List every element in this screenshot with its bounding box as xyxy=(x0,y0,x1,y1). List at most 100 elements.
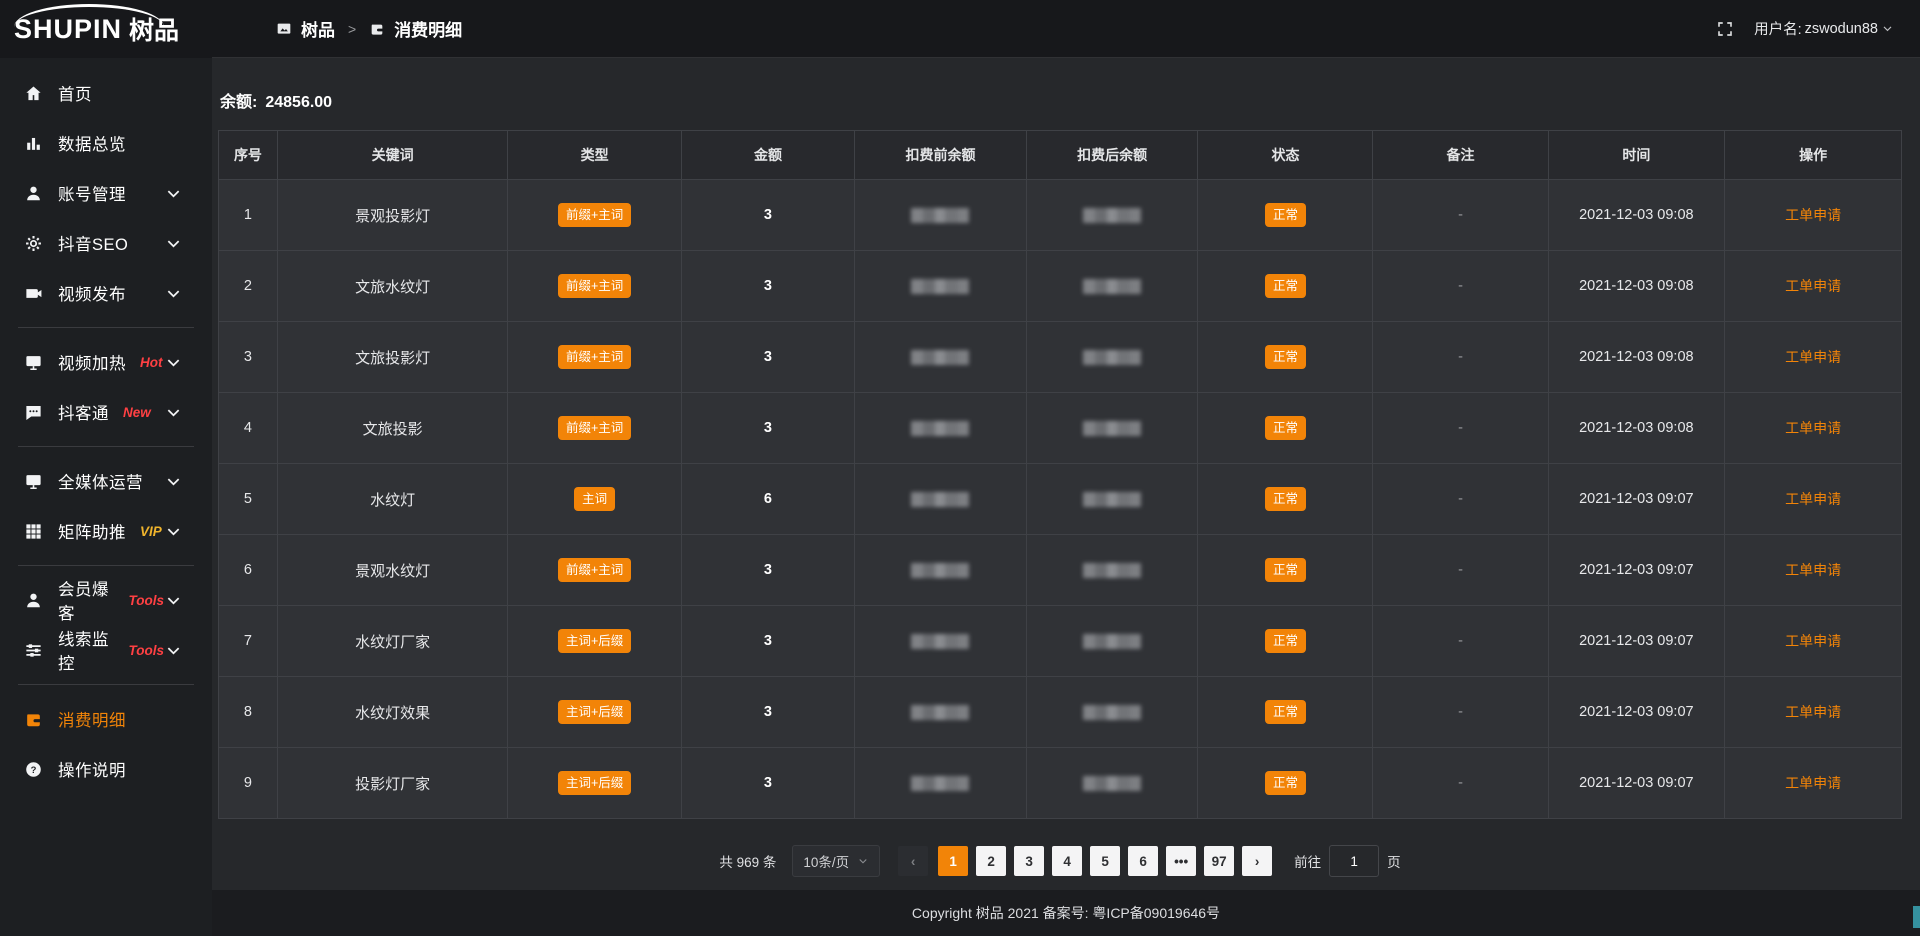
work-order-link[interactable]: 工单申请 xyxy=(1785,278,1841,294)
work-order-link[interactable]: 工单申请 xyxy=(1785,491,1841,507)
content: 余额:24856.00 序号关键词类型金额扣费前余额扣费后余额状态备注时间操作 … xyxy=(212,58,1920,890)
post-balance-cell xyxy=(1026,535,1198,606)
remark-cell: - xyxy=(1373,322,1548,393)
amount-cell: 3 xyxy=(681,393,854,464)
remark-cell: - xyxy=(1373,180,1548,251)
work-order-link[interactable]: 工单申请 xyxy=(1785,633,1841,649)
type-cell: 前缀+主词 xyxy=(508,251,681,322)
pre-balance-cell xyxy=(855,464,1027,535)
remark-cell: - xyxy=(1373,393,1548,464)
keyword-cell: 文旅投影 xyxy=(277,393,508,464)
page-button-6[interactable]: 6 xyxy=(1128,846,1158,876)
page-button-2[interactable]: 2 xyxy=(976,846,1006,876)
sidebar-item-线索监控[interactable]: 线索监控Tools xyxy=(0,625,212,675)
pre-balance-cell xyxy=(855,322,1027,393)
column-header-金额: 金额 xyxy=(681,131,854,180)
sidebar-item-全媒体运营[interactable]: 全媒体运营 xyxy=(0,456,212,506)
user-dropdown[interactable]: 用户名: zswodun88 xyxy=(1754,18,1894,39)
sidebar-item-操作说明[interactable]: ?操作说明 xyxy=(0,744,212,794)
status-cell: 正常 xyxy=(1198,180,1373,251)
keyword-cell: 文旅水纹灯 xyxy=(277,251,508,322)
breadcrumb-app[interactable]: 树品 xyxy=(301,16,335,41)
sidebar-item-label: 矩阵助推 xyxy=(58,519,126,543)
sidebar-badge-Hot: Hot xyxy=(140,355,163,370)
fullscreen-icon[interactable] xyxy=(1716,20,1734,38)
sidebar-badge-Tools: Tools xyxy=(129,593,165,608)
table-row: 6景观水纹灯前缀+主词3正常-2021-12-03 09:07工单申请 xyxy=(219,535,1902,606)
chat-icon xyxy=(24,403,43,422)
chevron-down-icon xyxy=(1881,22,1894,35)
sidebar-item-视频加热[interactable]: 视频加热 Hot xyxy=(0,337,212,387)
wallet-icon xyxy=(369,21,385,37)
column-header-备注: 备注 xyxy=(1373,131,1548,180)
remark-cell: - xyxy=(1373,748,1548,819)
chevron-down-icon xyxy=(164,472,183,491)
post-balance-cell xyxy=(1026,180,1198,251)
status-cell: 正常 xyxy=(1198,251,1373,322)
sidebar-item-数据总览[interactable]: 数据总览 xyxy=(0,118,212,168)
page-button-97[interactable]: 97 xyxy=(1204,846,1234,876)
sidebar-item-首页[interactable]: 首页 xyxy=(0,68,212,118)
type-badge: 前缀+主词 xyxy=(558,274,631,299)
work-order-link[interactable]: 工单申请 xyxy=(1785,775,1841,791)
sidebar-item-消费明细[interactable]: 消费明细 xyxy=(0,694,212,744)
username-value: zswodun88 xyxy=(1805,21,1878,37)
chevron-down-icon xyxy=(164,403,183,422)
work-order-link[interactable]: 工单申请 xyxy=(1785,704,1841,720)
action-cell: 工单申请 xyxy=(1725,748,1902,819)
prev-page-button[interactable]: ‹ xyxy=(898,846,928,876)
sidebar-item-视频发布[interactable]: 视频发布 xyxy=(0,268,212,318)
gear-icon xyxy=(24,234,43,253)
sidebar-divider xyxy=(18,565,194,566)
post-balance-cell xyxy=(1026,606,1198,677)
table-row: 8水纹灯效果主词+后缀3正常-2021-12-03 09:07工单申请 xyxy=(219,677,1902,748)
page-size-select[interactable]: 10条/页 xyxy=(792,845,880,877)
action-cell: 工单申请 xyxy=(1725,180,1902,251)
action-cell: 工单申请 xyxy=(1725,322,1902,393)
page-button-5[interactable]: 5 xyxy=(1090,846,1120,876)
masked-balance xyxy=(1083,634,1141,649)
time-cell: 2021-12-03 09:07 xyxy=(1548,748,1725,819)
type-badge: 主词+后缀 xyxy=(558,700,631,725)
sidebar-item-抖客通[interactable]: 抖客通New xyxy=(0,387,212,437)
page-ellipsis-button[interactable]: ••• xyxy=(1166,846,1196,876)
masked-balance xyxy=(1083,279,1141,294)
goto-page-input[interactable] xyxy=(1329,845,1379,877)
page-button-4[interactable]: 4 xyxy=(1052,846,1082,876)
table-row: 1景观投影灯前缀+主词3正常-2021-12-03 09:08工单申请 xyxy=(219,180,1902,251)
type-cell: 前缀+主词 xyxy=(508,535,681,606)
sidebar-divider xyxy=(18,684,194,685)
table-row: 2文旅水纹灯前缀+主词3正常-2021-12-03 09:08工单申请 xyxy=(219,251,1902,322)
sidebar-item-矩阵助推[interactable]: 矩阵助推 VIP xyxy=(0,506,212,556)
time-cell: 2021-12-03 09:08 xyxy=(1548,251,1725,322)
masked-balance xyxy=(911,776,969,791)
index-cell: 9 xyxy=(219,748,278,819)
masked-balance xyxy=(911,421,969,436)
status-cell: 正常 xyxy=(1198,464,1373,535)
work-order-link[interactable]: 工单申请 xyxy=(1785,207,1841,223)
goto-page: 前往 页 xyxy=(1294,845,1401,877)
sidebar-item-label: 视频加热 xyxy=(58,350,126,374)
next-page-button[interactable]: › xyxy=(1242,846,1272,876)
sidebar-badge-VIP: VIP xyxy=(140,524,162,539)
amount-cell: 3 xyxy=(681,180,854,251)
footer: Copyright 树品 2021 备案号: 粤ICP备09019646号 xyxy=(212,890,1920,936)
work-order-link[interactable]: 工单申请 xyxy=(1785,562,1841,578)
pre-balance-cell xyxy=(855,251,1027,322)
page-button-3[interactable]: 3 xyxy=(1014,846,1044,876)
type-badge: 前缀+主词 xyxy=(558,345,631,370)
keyword-cell: 景观水纹灯 xyxy=(277,535,508,606)
sidebar-item-会员爆客[interactable]: 会员爆客Tools xyxy=(0,575,212,625)
action-cell: 工单申请 xyxy=(1725,393,1902,464)
work-order-link[interactable]: 工单申请 xyxy=(1785,349,1841,365)
sidebar-badge-Tools: Tools xyxy=(129,643,165,658)
page-button-1[interactable]: 1 xyxy=(938,846,968,876)
sidebar-item-账号管理[interactable]: 账号管理 xyxy=(0,168,212,218)
status-cell: 正常 xyxy=(1198,606,1373,677)
chevron-down-icon xyxy=(164,522,183,541)
sidebar-item-抖音SEO[interactable]: 抖音SEO xyxy=(0,218,212,268)
work-order-link[interactable]: 工单申请 xyxy=(1785,420,1841,436)
logo-arc xyxy=(14,4,164,27)
status-cell: 正常 xyxy=(1198,677,1373,748)
column-header-时间: 时间 xyxy=(1548,131,1725,180)
